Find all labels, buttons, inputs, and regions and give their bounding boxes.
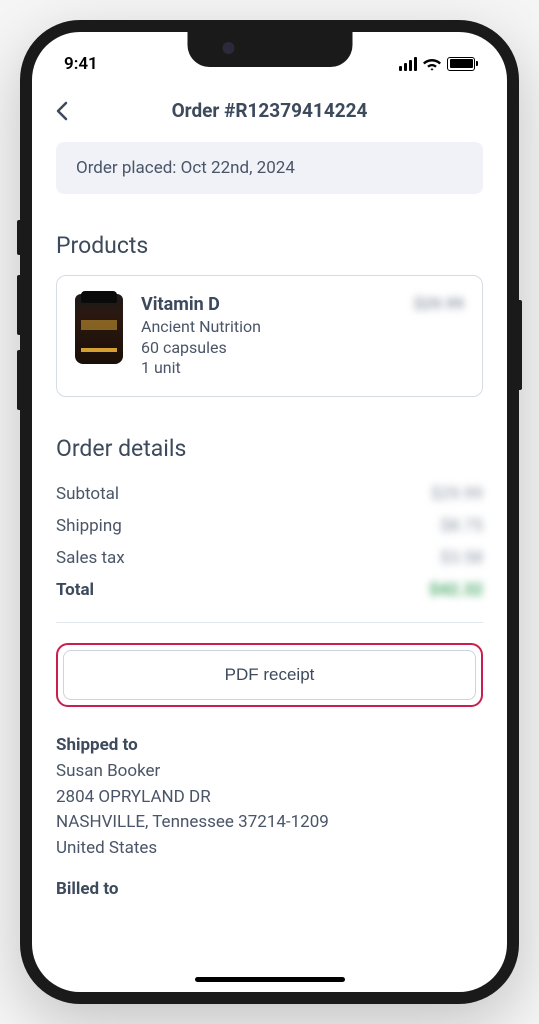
subtotal-label: Subtotal [56, 484, 119, 504]
product-card[interactable]: Vitamin D Ancient Nutrition 60 capsules … [56, 275, 483, 397]
shipping-value: $8.75 [440, 516, 483, 536]
battery-icon [447, 57, 475, 71]
phone-power-button [519, 300, 522, 390]
back-button[interactable] [56, 102, 74, 120]
phone-notch [187, 32, 352, 67]
product-name: Vitamin D [141, 294, 396, 315]
tax-row: Sales tax $3.58 [56, 542, 483, 574]
shipped-to-country: United States [56, 836, 483, 862]
subtotal-value: $29.99 [431, 484, 483, 504]
chevron-left-icon [56, 101, 68, 121]
pdf-button-highlight: PDF receipt [56, 643, 483, 707]
cellular-signal-icon [399, 57, 417, 71]
phone-volume-up [17, 275, 20, 335]
shipped-to-street: 2804 OPRYLAND DR [56, 785, 483, 811]
tax-label: Sales tax [56, 548, 125, 568]
home-indicator[interactable] [195, 977, 345, 982]
product-brand: Ancient Nutrition [141, 317, 396, 336]
billed-to-heading: Billed to [56, 879, 483, 899]
product-image [75, 294, 123, 364]
shipping-label: Shipping [56, 516, 122, 536]
wifi-icon [423, 57, 441, 71]
pdf-receipt-button[interactable]: PDF receipt [63, 650, 476, 700]
shipped-to-name: Susan Booker [56, 759, 483, 785]
phone-volume-down [17, 350, 20, 410]
status-icons [399, 57, 475, 71]
products-heading: Products [56, 232, 483, 259]
total-value: $42.32 [429, 580, 483, 600]
front-camera [222, 42, 234, 54]
phone-mute-switch [17, 220, 20, 255]
divider [56, 622, 483, 623]
total-label: Total [56, 580, 94, 600]
status-time: 9:41 [64, 54, 98, 74]
phone-screen: 9:41 [32, 32, 507, 992]
shipped-to-city: NASHVILLE, Tennessee 37214-1209 [56, 810, 483, 836]
product-size: 60 capsules [141, 338, 396, 357]
order-details-heading: Order details [56, 435, 483, 462]
page-title: Order #R12379414224 [52, 99, 487, 122]
billed-to-section: Billed to [56, 879, 483, 899]
order-placed-banner: Order placed: Oct 22nd, 2024 [56, 142, 483, 194]
product-quantity: 1 unit [141, 358, 396, 377]
phone-frame: 9:41 [20, 20, 519, 1004]
nav-header: Order #R12379414224 [32, 87, 507, 142]
subtotal-row: Subtotal $29.99 [56, 478, 483, 510]
total-row: Total $42.32 [56, 574, 483, 606]
shipped-to-section: Shipped to Susan Booker 2804 OPRYLAND DR… [56, 735, 483, 861]
product-price: $29.99 [414, 294, 464, 378]
shipped-to-heading: Shipped to [56, 735, 483, 755]
shipping-row: Shipping $8.75 [56, 510, 483, 542]
product-info: Vitamin D Ancient Nutrition 60 capsules … [141, 294, 396, 378]
content-area: Order placed: Oct 22nd, 2024 Products Vi… [32, 142, 507, 947]
tax-value: $3.58 [440, 548, 483, 568]
